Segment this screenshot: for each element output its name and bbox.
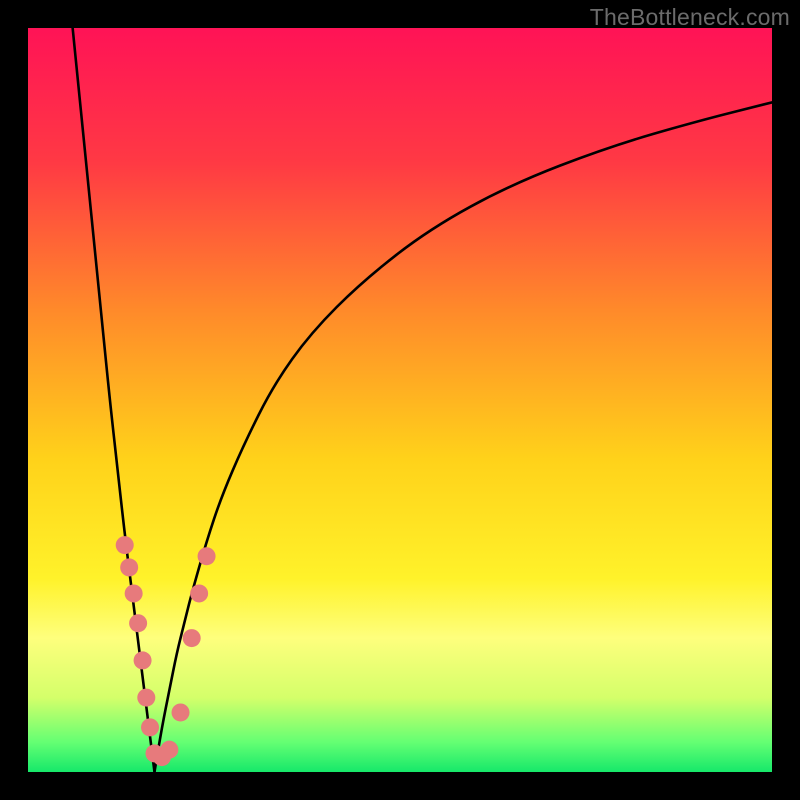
data-marker	[141, 718, 159, 736]
data-marker	[198, 547, 216, 565]
data-marker	[129, 614, 147, 632]
data-marker	[183, 629, 201, 647]
bottleneck-curve-chart	[28, 28, 772, 772]
plot-area	[28, 28, 772, 772]
data-marker	[160, 741, 178, 759]
data-marker	[120, 558, 138, 576]
data-marker	[125, 584, 143, 602]
watermark-label: TheBottleneck.com	[590, 4, 790, 31]
data-marker	[172, 703, 190, 721]
data-marker	[137, 689, 155, 707]
data-marker	[134, 651, 152, 669]
chart-frame: TheBottleneck.com	[0, 0, 800, 800]
data-marker	[190, 584, 208, 602]
data-marker	[116, 536, 134, 554]
